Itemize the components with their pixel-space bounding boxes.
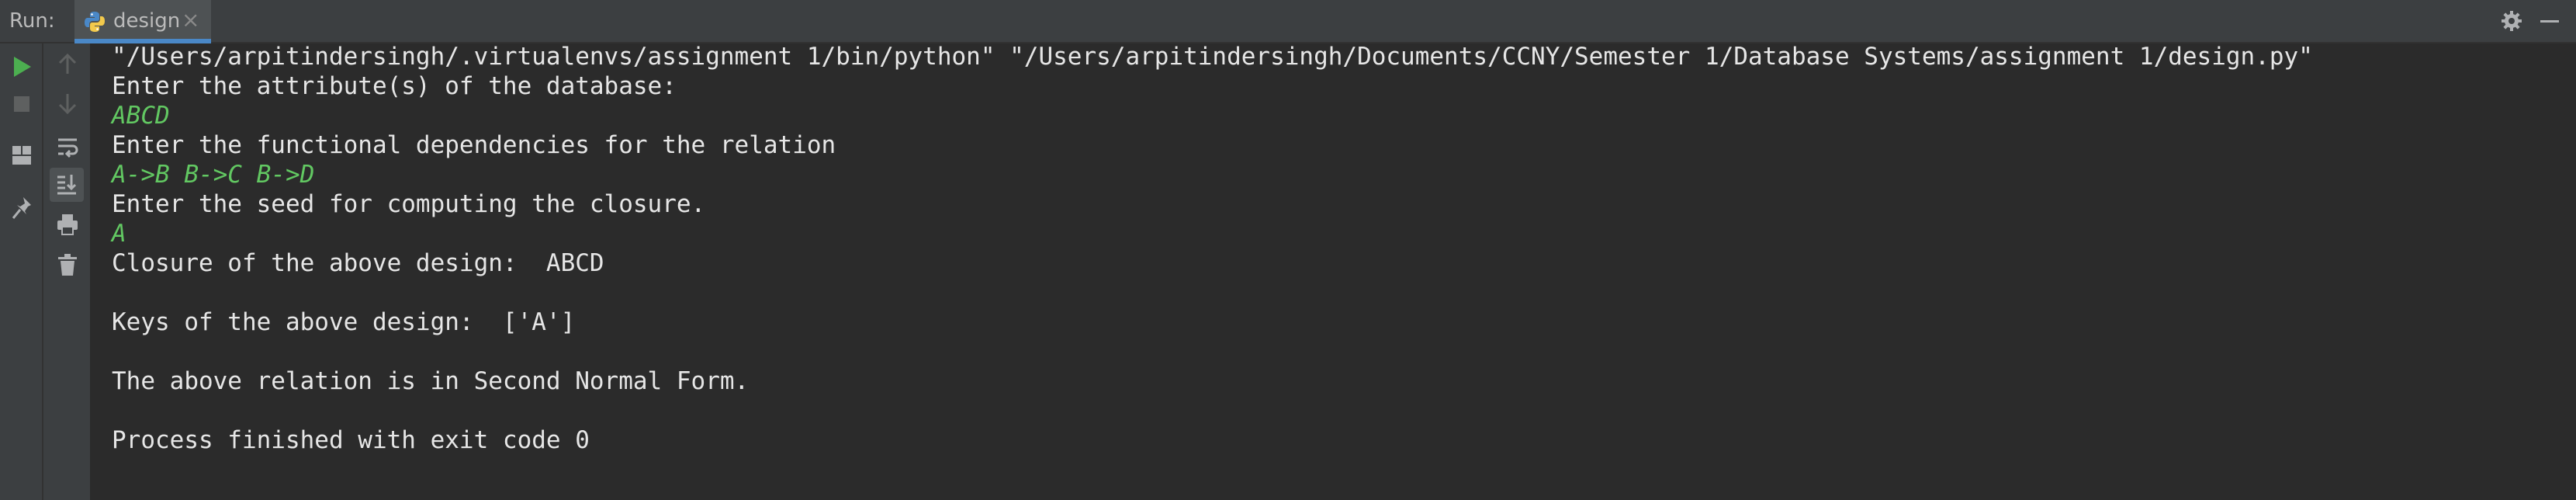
python-icon — [82, 9, 107, 37]
tab-label: design — [113, 9, 181, 33]
run-tool-window: Run: design × "/Users/arpitindersingh/.v… — [0, 0, 2576, 500]
console-output[interactable]: "/Users/arpitindersingh/.virtualenvs/ass… — [92, 43, 2576, 500]
console-exit-line: Process finished with exit code 0 — [112, 426, 590, 454]
console-prompt-attributes: Enter the attribute(s) of the database: — [112, 72, 677, 100]
layout-icon[interactable] — [11, 144, 33, 169]
left-toolbar-secondary — [43, 43, 92, 500]
run-label: Run: — [9, 9, 55, 33]
up-arrow-icon[interactable] — [57, 53, 78, 79]
console-keys-line: Keys of the above design: ['A'] — [112, 308, 576, 336]
console-normal-form-line: The above relation is in Second Normal F… — [112, 367, 750, 395]
console-closure-line: Closure of the above design: ABCD — [112, 249, 604, 277]
console-prompt-seed: Enter the seed for computing the closure… — [112, 190, 706, 218]
down-arrow-icon[interactable] — [57, 92, 78, 118]
close-icon[interactable]: × — [182, 8, 199, 33]
run-header: Run: design × — [0, 0, 2576, 43]
run-icon[interactable] — [11, 54, 33, 82]
stop-icon[interactable] — [12, 95, 31, 116]
pin-icon[interactable] — [11, 196, 33, 224]
tab-design[interactable]: design × — [74, 0, 211, 43]
print-icon[interactable] — [56, 213, 79, 239]
soft-wrap-icon[interactable] — [56, 135, 79, 161]
scroll-to-end-icon[interactable] — [55, 172, 78, 199]
console-prompt-fds: Enter the functional dependencies for th… — [112, 131, 836, 159]
console-input-seed: A — [112, 220, 126, 248]
minimize-icon[interactable] — [2539, 11, 2560, 36]
console-input-fds: A->B B->C B->D — [112, 161, 315, 189]
trash-icon[interactable] — [57, 253, 78, 280]
gear-icon[interactable] — [2500, 9, 2523, 36]
left-toolbar-primary — [0, 43, 43, 500]
console-command-line: "/Users/arpitindersingh/.virtualenvs/ass… — [112, 43, 2313, 71]
console-input-attributes: ABCD — [112, 102, 170, 130]
